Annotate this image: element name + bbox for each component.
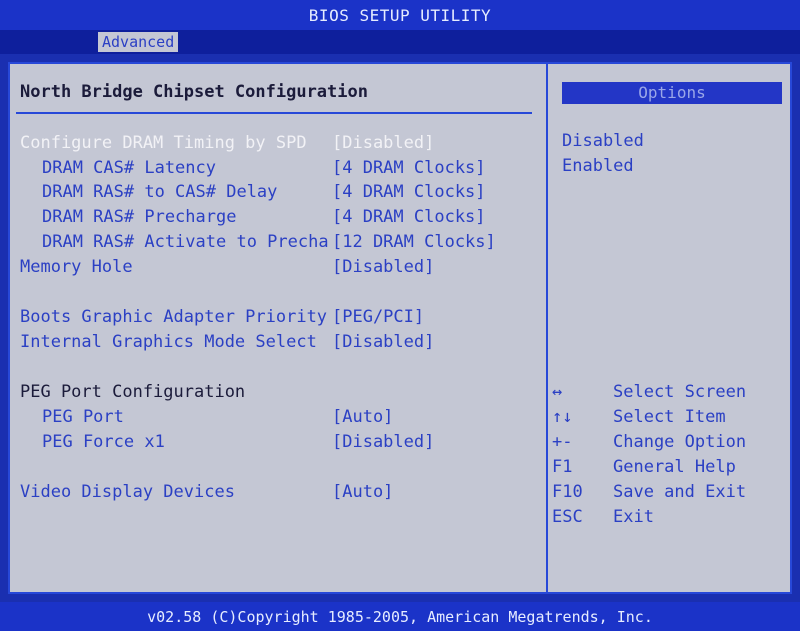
setting-value[interactable]: [12 DRAM Clocks] bbox=[332, 231, 496, 253]
setting-value[interactable]: [Disabled] bbox=[332, 256, 434, 278]
setting-label: PEG Port bbox=[42, 407, 124, 427]
left-right-arrow-icon: ↔ bbox=[552, 382, 563, 402]
peg-port-configuration-heading: PEG Port Configuration bbox=[10, 381, 540, 403]
bios-title: BIOS SETUP UTILITY bbox=[0, 0, 800, 30]
setting-label: PEG Force x1 bbox=[42, 432, 165, 452]
help-desc: Change Option bbox=[613, 432, 747, 452]
setting-label: Internal Graphics Mode Select bbox=[20, 332, 317, 352]
help-desc: Exit bbox=[613, 507, 654, 527]
help-desc: Select Screen bbox=[613, 382, 747, 402]
setting-label: DRAM RAS# to CAS# Delay bbox=[42, 182, 278, 202]
setting-peg-force-x1[interactable]: PEG Force x1 [Disabled] bbox=[10, 431, 540, 453]
setting-value[interactable]: [4 DRAM Clocks] bbox=[332, 181, 486, 203]
help-row: F1 General Help bbox=[552, 456, 792, 478]
setting-value[interactable]: [Disabled] bbox=[332, 431, 434, 453]
setting-value[interactable]: [PEG/PCI] bbox=[332, 306, 424, 328]
tab-advanced[interactable]: Advanced bbox=[98, 32, 179, 52]
setting-dram-ras-activate[interactable]: DRAM RAS# Activate to Precha [12 DRAM Cl… bbox=[10, 231, 540, 253]
setting-dram-ras-to-cas[interactable]: DRAM RAS# to CAS# Delay [4 DRAM Clocks] bbox=[10, 181, 540, 203]
setting-video-display-devices[interactable]: Video Display Devices [Auto] bbox=[10, 481, 540, 503]
help-row: F10 Save and Exit bbox=[552, 481, 792, 503]
option-item[interactable]: Enabled bbox=[562, 155, 634, 177]
help-row: ESC Exit bbox=[552, 506, 792, 528]
setting-peg-port[interactable]: PEG Port [Auto] bbox=[10, 406, 540, 428]
help-row: +- Change Option bbox=[552, 431, 792, 453]
setting-label: Video Display Devices bbox=[20, 482, 235, 502]
setting-value[interactable]: [4 DRAM Clocks] bbox=[332, 157, 486, 179]
setting-configure-dram-timing[interactable]: Configure DRAM Timing by SPD [Disabled] bbox=[10, 132, 540, 154]
help-row: ↑↓ Select Item bbox=[552, 406, 792, 428]
setting-value[interactable]: [Disabled] bbox=[332, 132, 434, 154]
setting-boot-graphic-priority[interactable]: Boots Graphic Adapter Priority [PEG/PCI] bbox=[10, 306, 540, 328]
setting-memory-hole[interactable]: Memory Hole [Disabled] bbox=[10, 256, 540, 278]
tab-bar: Advanced bbox=[0, 30, 800, 54]
section-divider bbox=[16, 112, 532, 114]
setting-label: DRAM RAS# Precharge bbox=[42, 207, 237, 227]
main-panel: North Bridge Chipset Configuration Confi… bbox=[8, 62, 792, 594]
help-row: ↔ Select Screen bbox=[552, 381, 792, 403]
setting-label: Configure DRAM Timing by SPD bbox=[20, 133, 307, 153]
f10-key: F10 bbox=[552, 482, 583, 502]
copyright-footer: v02.58 (C)Copyright 1985-2005, American … bbox=[0, 602, 800, 631]
option-item[interactable]: Disabled bbox=[562, 130, 644, 152]
panel-divider bbox=[546, 64, 548, 592]
help-desc: General Help bbox=[613, 457, 736, 477]
setting-value[interactable]: [Auto] bbox=[332, 406, 393, 428]
up-down-arrow-icon: ↑↓ bbox=[552, 407, 573, 427]
help-desc: Select Item bbox=[613, 407, 726, 427]
plus-minus-key: +- bbox=[552, 432, 573, 452]
setting-value[interactable]: [Disabled] bbox=[332, 331, 434, 353]
setting-value[interactable]: [4 DRAM Clocks] bbox=[332, 206, 486, 228]
esc-key: ESC bbox=[552, 507, 583, 527]
setting-label: Boots Graphic Adapter Priority bbox=[20, 307, 328, 327]
setting-label: Memory Hole bbox=[20, 257, 133, 277]
options-header: Options bbox=[562, 82, 782, 104]
setting-label: DRAM CAS# Latency bbox=[42, 158, 216, 178]
setting-dram-cas-latency[interactable]: DRAM CAS# Latency [4 DRAM Clocks] bbox=[10, 157, 540, 179]
section-title: North Bridge Chipset Configuration bbox=[20, 82, 368, 102]
f1-key: F1 bbox=[552, 457, 573, 477]
setting-internal-graphics-mode[interactable]: Internal Graphics Mode Select [Disabled] bbox=[10, 331, 540, 353]
subsection-title: PEG Port Configuration bbox=[20, 382, 246, 402]
setting-dram-ras-precharge[interactable]: DRAM RAS# Precharge [4 DRAM Clocks] bbox=[10, 206, 540, 228]
setting-label: DRAM RAS# Activate to Precha bbox=[42, 232, 329, 252]
setting-value[interactable]: [Auto] bbox=[332, 481, 393, 503]
help-desc: Save and Exit bbox=[613, 482, 747, 502]
